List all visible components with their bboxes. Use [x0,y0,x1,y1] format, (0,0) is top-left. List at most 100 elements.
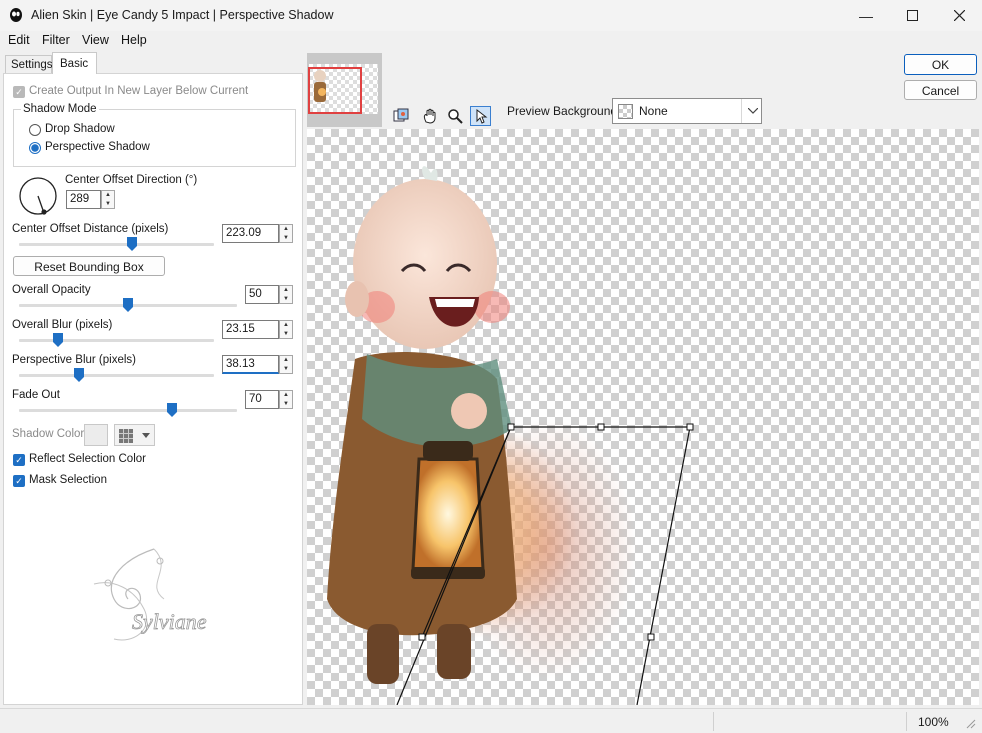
spin-down-icon: ▼ [283,331,289,337]
overall-blur-slider[interactable] [19,333,214,347]
zoom-icon [447,109,463,124]
maximize-icon [906,10,918,21]
drop-shadow-radio[interactable] [29,124,41,136]
tab-settings[interactable]: Settings [5,55,53,73]
perspective-blur-input[interactable]: 38.13 [222,355,279,374]
compare-preview-button[interactable] [390,106,411,126]
resize-grip-icon[interactable] [964,717,976,729]
menu-help[interactable]: Help [121,33,147,47]
menu-filter[interactable]: Filter [42,33,70,47]
pointer-tool-button[interactable] [470,106,491,126]
chevron-down-icon [748,108,758,114]
slider-thumb[interactable] [127,237,138,251]
preview-canvas[interactable] [307,129,979,705]
center-offset-direction-spinner[interactable]: ▲ ▼ [101,190,115,209]
center-offset-distance-slider[interactable] [19,237,214,251]
ok-button[interactable]: OK [904,54,977,75]
spin-up-icon: ▲ [105,192,111,198]
figure-head [353,179,497,349]
mask-selection-checkbox[interactable]: ✓ [13,475,25,487]
perspective-shadow-radio[interactable] [29,142,41,154]
center-offset-direction-label: Center Offset Direction (°) [65,174,198,186]
overall-opacity-label: Overall Opacity [12,284,91,296]
handle-top-right[interactable] [686,423,694,431]
hand-tool-button[interactable] [419,106,440,126]
window-title: Alien Skin | Eye Candy 5 Impact | Perspe… [31,8,334,22]
tab-basic[interactable]: Basic [52,52,97,74]
minimize-button[interactable]: — [843,0,889,31]
handle-top-left[interactable] [507,423,515,431]
slider-thumb[interactable] [53,333,63,347]
overall-blur-label: Overall Blur (pixels) [12,319,113,331]
center-offset-distance-spinner[interactable]: ▲ ▼ [279,224,293,243]
status-divider [713,712,714,731]
grid-palette-icon [119,429,133,443]
spin-up-icon: ▲ [283,226,289,232]
preview-background-value: None [639,104,668,118]
lantern-cap [423,441,473,461]
shadow-color-label: Shadow Color [12,428,85,440]
fade-out-spinner[interactable]: ▲ ▼ [279,390,293,409]
hand-icon [423,108,435,124]
title-bar: Alien Skin | Eye Candy 5 Impact | Perspe… [0,0,982,31]
navigator-thumbnail[interactable] [307,53,382,127]
center-offset-direction-input[interactable]: 289 [66,190,101,209]
basic-settings-panel: ✓ Create Output In New Layer Below Curre… [3,73,303,705]
perspective-blur-slider[interactable] [19,368,214,382]
reflect-selection-color-checkbox[interactable]: ✓ [13,454,25,466]
shadow-color-swatch[interactable] [84,424,108,446]
figure-right-cheek [474,291,510,323]
overall-blur-input[interactable]: 23.15 [222,320,279,339]
fade-out-input[interactable]: 70 [245,390,279,409]
select-divider [741,99,742,123]
handle-top-center[interactable] [597,423,605,431]
handle-mid-right[interactable] [647,633,655,641]
chevron-down-icon [142,433,150,438]
create-output-checkbox[interactable]: ✓ [13,86,25,98]
fade-out-slider[interactable] [19,403,237,417]
preview-background-label: Preview Background: [507,104,621,118]
figure-teeth [435,299,475,307]
slider-thumb[interactable] [123,298,133,312]
menu-bar: Edit Filter View Help [0,31,982,51]
compare-preview-icon [393,108,408,122]
overall-opacity-input[interactable]: 50 [245,285,279,304]
spin-up-icon: ▲ [283,392,289,398]
cancel-button[interactable]: Cancel [904,80,977,100]
spin-down-icon: ▼ [105,201,111,207]
mask-selection-label: Mask Selection [29,474,107,486]
slider-thumb[interactable] [74,368,85,382]
figure-left-leg [367,624,399,684]
overall-opacity-spinner[interactable]: ▲ ▼ [279,285,293,304]
viewport-rectangle[interactable] [308,67,362,114]
shadow-mode-title: Shadow Mode [21,103,99,115]
spin-down-icon: ▼ [283,235,289,241]
center-offset-distance-input[interactable]: 223.09 [222,224,279,243]
spin-down-icon: ▼ [283,366,289,372]
color-picker-dropdown[interactable] [114,424,155,446]
direction-dial[interactable] [18,176,58,216]
overall-opacity-slider[interactable] [19,298,237,312]
close-button[interactable] [936,0,982,31]
close-icon [953,10,965,21]
menu-edit[interactable]: Edit [8,33,30,47]
watermark-signature: Sylviane [132,609,207,634]
overall-blur-spinner[interactable]: ▲ ▼ [279,320,293,339]
zoom-tool-button[interactable] [444,106,465,126]
pointer-arrow-icon [476,108,487,124]
handle-mid-left[interactable] [418,633,426,641]
reflect-selection-color-label: Reflect Selection Color [29,453,146,465]
fade-out-label: Fade Out [12,389,60,401]
spin-up-icon: ▲ [283,287,289,293]
shadow-mode-group [13,109,296,167]
figure-hair-tuft [422,166,438,181]
preview-background-select[interactable]: None [612,98,762,124]
menu-view[interactable]: View [82,33,109,47]
maximize-button[interactable] [889,0,935,31]
create-output-label: Create Output In New Layer Below Current [29,85,249,97]
reset-bounding-box-button[interactable]: Reset Bounding Box [13,256,165,276]
lantern-base [411,567,485,579]
slider-thumb[interactable] [166,403,177,417]
figure-ear [345,281,369,317]
perspective-blur-spinner[interactable]: ▲ ▼ [279,355,293,374]
